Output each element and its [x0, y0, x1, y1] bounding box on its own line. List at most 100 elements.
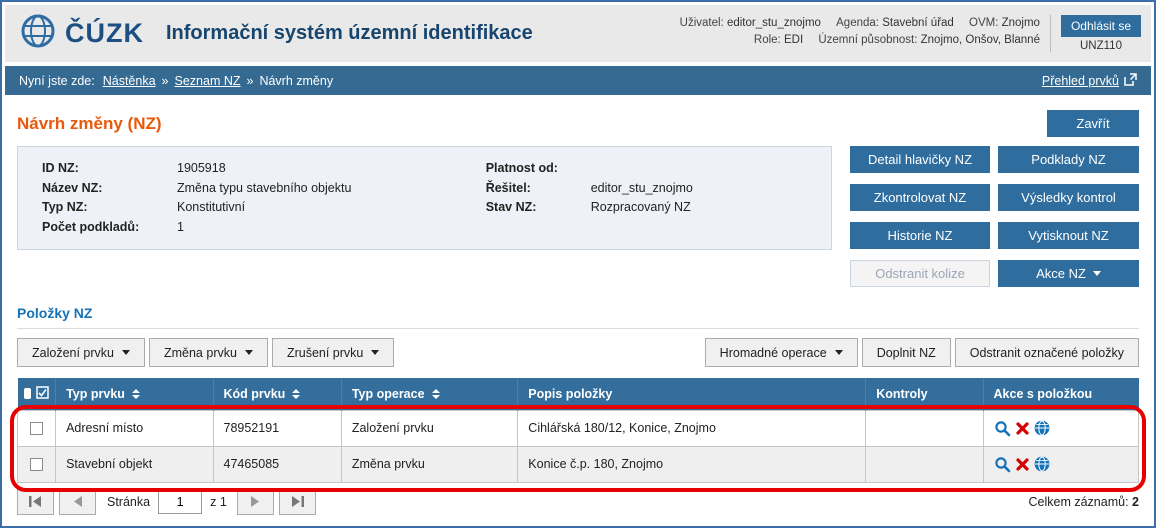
col-header-kontroly: Kontroly [866, 378, 983, 410]
pagination-bar: Stránka z 1 Celkem záznamů: 2 [17, 489, 1139, 515]
table-row: Stavební objekt 47465085 Změna prvku Kon… [18, 446, 1139, 482]
items-table: Typ prvku Kód prvku Typ operace Popis po… [17, 378, 1139, 483]
first-page-button[interactable] [17, 489, 54, 515]
zruseni-prvku-menu-button[interactable]: Zrušení prvku [272, 338, 394, 367]
zmena-prvku-menu-button[interactable]: Změna prvku [149, 338, 268, 367]
stav-nz-value: Rozpracovaný NZ [591, 198, 691, 218]
app-title: Informační systém územní identifikace [166, 22, 668, 45]
akce-nz-menu-button[interactable]: Akce NZ [998, 260, 1139, 287]
cell-popis-polozky: Cihlářská 180/12, Konice, Znojmo [518, 410, 866, 446]
breadcrumb-current: Návrh změny [259, 74, 333, 88]
chevron-down-icon [835, 350, 843, 355]
search-icon[interactable] [994, 456, 1011, 473]
row-checkbox[interactable] [30, 458, 43, 471]
field-label: Typ NZ: [42, 198, 177, 218]
cell-typ-prvku: Adresní místo [56, 410, 213, 446]
sort-icon [292, 389, 300, 399]
breadcrumb-prefix: Nyní jste zde: [19, 74, 95, 88]
user-info-line2: Role: EDI Územní působnost: Znojmo, Onšo… [668, 32, 1040, 49]
detail-hlavicky-nz-button[interactable]: Detail hlavičky NZ [850, 146, 990, 173]
breadcrumb-separator: » [247, 74, 254, 88]
cell-typ-operace: Založení prvku [341, 410, 517, 446]
territory-value: Znojmo, Onšov, Blanné [921, 34, 1040, 46]
col-header-typ-operace[interactable]: Typ operace [341, 378, 517, 410]
breadcrumb-bar: Nyní jste zde: Nástěnka » Seznam NZ » Ná… [5, 66, 1151, 95]
field-label: Řešitel: [486, 179, 591, 199]
table-row: Adresní místo 78952191 Založení prvku Ci… [18, 410, 1139, 446]
zkontrolovat-nz-button[interactable]: Zkontrolovat NZ [850, 184, 990, 211]
sort-icon [432, 389, 440, 399]
odstranit-kolize-button: Odstranit kolize [850, 260, 990, 287]
col-header-kod-prvku[interactable]: Kód prvku [213, 378, 341, 410]
role-value: EDI [784, 34, 803, 46]
search-icon[interactable] [994, 420, 1011, 437]
col-header-typ-prvku[interactable]: Typ prvku [56, 378, 213, 410]
cell-popis-polozky: Konice č.p. 180, Znojmo [518, 446, 866, 482]
user-info-line1: Uživatel: editor_stu_znojmo Agenda: Stav… [668, 15, 1040, 32]
cuzk-logo: ČÚZK [19, 10, 144, 57]
row-checkbox[interactable] [30, 422, 43, 435]
select-all-checkbox[interactable] [24, 388, 32, 399]
user-name: editor_stu_znojmo [727, 17, 821, 29]
logo-text: ČÚZK [65, 18, 144, 49]
cell-kod-prvku: 47465085 [213, 446, 341, 482]
cell-typ-operace: Změna prvku [341, 446, 517, 482]
total-records: Celkem záznamů: 2 [1029, 495, 1139, 509]
zalozeni-prvku-menu-button[interactable]: Založení prvku [17, 338, 145, 367]
prehled-prvku-link[interactable]: Přehled prvků [1042, 74, 1119, 88]
podklady-nz-button[interactable]: Podklady NZ [998, 146, 1139, 173]
typ-nz-value: Konstitutivní [177, 198, 245, 218]
user-info-text: Uživatel: editor_stu_znojmo Agenda: Stav… [668, 15, 1051, 52]
hromadne-operace-menu-button[interactable]: Hromadné operace [705, 338, 858, 367]
application-window: ČÚZK Informační systém územní identifika… [0, 0, 1156, 528]
field-label: Stav NZ: [486, 198, 591, 218]
breadcrumb-separator: » [162, 74, 169, 88]
agenda-value: Stavební úřad [882, 17, 954, 29]
historie-nz-button[interactable]: Historie NZ [850, 222, 990, 249]
logout-button[interactable]: Odhlásit se [1061, 15, 1141, 37]
select-all-checked-icon[interactable] [36, 386, 49, 402]
page-number-input[interactable] [158, 490, 202, 514]
next-page-button[interactable] [237, 489, 274, 515]
map-globe-icon[interactable] [1034, 420, 1050, 436]
pocet-podkladu-value: 1 [177, 218, 184, 238]
chevron-down-icon [245, 350, 253, 355]
cell-kontroly [866, 410, 983, 446]
page-label: Stránka [107, 495, 150, 509]
globe-logo-icon [19, 10, 61, 57]
nz-info-panel: ID NZ:1905918 Název NZ:Změna typu staveb… [17, 146, 832, 250]
cell-typ-prvku: Stavební objekt [56, 446, 213, 482]
field-label: Počet podkladů: [42, 218, 177, 238]
odstranit-oznacene-polozky-button[interactable]: Odstranit označené položky [955, 338, 1139, 367]
chevron-down-icon [1093, 271, 1101, 276]
vysledky-kontrol-button[interactable]: Výsledky kontrol [998, 184, 1139, 211]
delete-icon[interactable] [1015, 421, 1030, 436]
chevron-down-icon [371, 350, 379, 355]
table-header-row: Typ prvku Kód prvku Typ operace Popis po… [18, 378, 1139, 410]
items-table-wrap: Typ prvku Kód prvku Typ operace Popis po… [17, 378, 1139, 483]
version-label: UNZ110 [1080, 40, 1122, 52]
page-of-label: z 1 [210, 495, 227, 509]
field-label: ID NZ: [42, 159, 177, 179]
items-section-heading: Položky NZ [17, 305, 1139, 329]
doplnit-nz-button[interactable]: Doplnit NZ [862, 338, 951, 367]
resitel-value: editor_stu_znojmo [591, 179, 693, 199]
page-title: Návrh změny (NZ) [17, 114, 162, 134]
vytisknout-nz-button[interactable]: Vytisknout NZ [998, 222, 1139, 249]
external-link-icon[interactable] [1124, 73, 1137, 89]
previous-page-button[interactable] [59, 489, 96, 515]
id-nz-value: 1905918 [177, 159, 226, 179]
field-label: Název NZ: [42, 179, 177, 199]
map-globe-icon[interactable] [1034, 456, 1050, 472]
col-header-akce-s-polozkou: Akce s položkou [983, 378, 1138, 410]
last-page-button[interactable] [279, 489, 316, 515]
top-header: ČÚZK Informační systém územní identifika… [5, 5, 1151, 62]
breadcrumb-link-nastenka[interactable]: Nástěnka [103, 74, 156, 88]
chevron-down-icon [122, 350, 130, 355]
cell-kontroly [866, 446, 983, 482]
breadcrumb-link-seznam-nz[interactable]: Seznam NZ [175, 74, 241, 88]
close-button[interactable]: Zavřít [1047, 110, 1139, 137]
delete-icon[interactable] [1015, 457, 1030, 472]
cell-kod-prvku: 78952191 [213, 410, 341, 446]
items-toolbar: Založení prvku Změna prvku Zrušení prvku… [17, 338, 1139, 367]
